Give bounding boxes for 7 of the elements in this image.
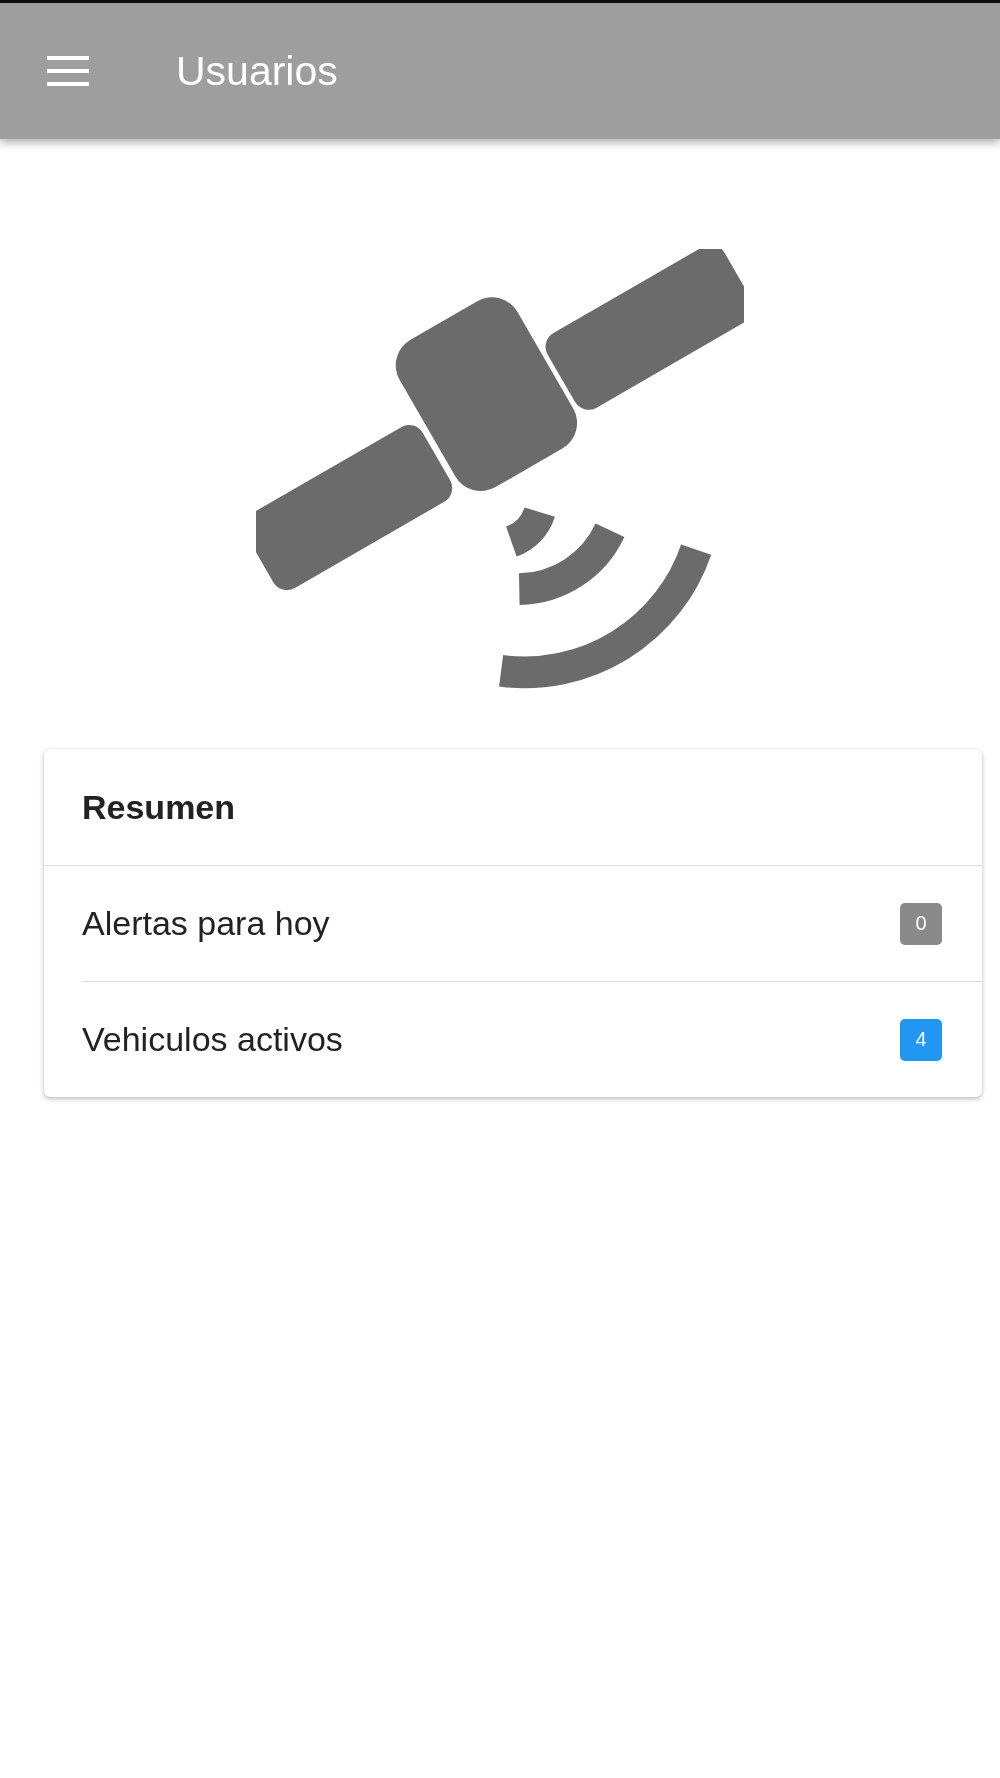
count-badge: 0: [900, 902, 942, 945]
summary-label: Alertas para hoy: [82, 904, 330, 943]
summary-label: Vehiculos activos: [82, 1020, 343, 1059]
card-title: Resumen: [44, 749, 982, 866]
count-badge: 4: [900, 1018, 942, 1061]
satellite-icon: [256, 249, 744, 689]
page-title: Usuarios: [176, 47, 338, 95]
